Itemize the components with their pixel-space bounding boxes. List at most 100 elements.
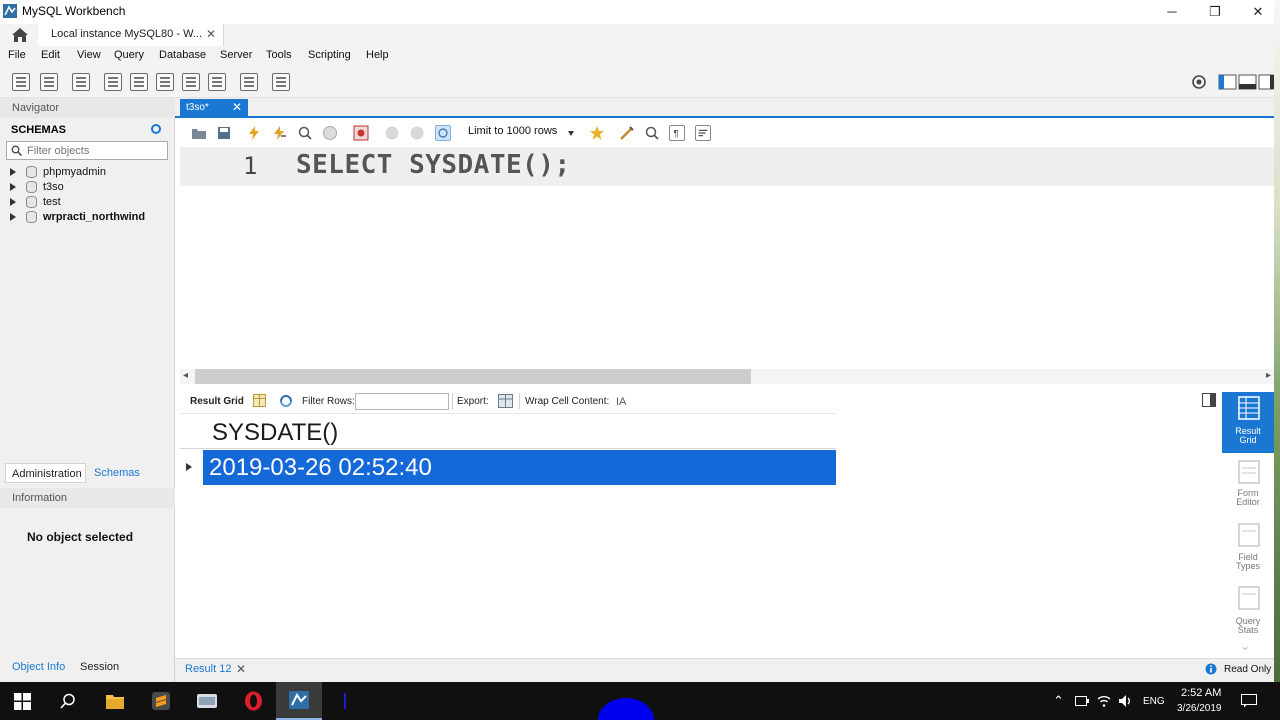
sql-query-text[interactable]: SELECT SYSDATE(); xyxy=(296,150,571,180)
schema-item-t3so[interactable]: t3so xyxy=(10,180,170,195)
create-view-icon[interactable] xyxy=(156,73,174,91)
tab-result-12[interactable]: Result 12 xyxy=(185,663,231,675)
beautify-icon[interactable] xyxy=(619,125,635,141)
taskbar-app[interactable] xyxy=(184,682,230,720)
add-snippet-star-icon[interactable] xyxy=(589,125,605,141)
menu-scripting[interactable]: Scripting xyxy=(308,49,351,61)
create-function-icon[interactable] xyxy=(208,73,226,91)
filter-objects-field[interactable] xyxy=(6,141,168,160)
table-cell[interactable]: 2019-03-26 02:52:40 xyxy=(203,450,836,485)
chevron-down-icon[interactable]: ⌄ xyxy=(1240,639,1250,653)
query-stats-panel-button[interactable]: Query Stats xyxy=(1222,584,1274,644)
clock-date[interactable]: 3/26/2019 xyxy=(1177,703,1222,714)
search-icon[interactable] xyxy=(60,693,76,709)
menu-query[interactable]: Query xyxy=(114,49,144,61)
wifi-icon[interactable] xyxy=(1097,694,1111,708)
form-editor-label-2: Editor xyxy=(1236,497,1260,507)
open-folder-icon[interactable] xyxy=(191,125,207,141)
settings-gear-icon[interactable] xyxy=(1191,74,1207,90)
limit-rows-select[interactable]: Limit to 1000 rows xyxy=(468,125,578,141)
filter-rows-input[interactable] xyxy=(355,393,449,410)
inspector-icon[interactable] xyxy=(72,73,90,91)
create-procedure-icon[interactable] xyxy=(182,73,200,91)
create-schema-icon[interactable] xyxy=(104,73,122,91)
toggle-side-panel-icon[interactable] xyxy=(1202,393,1216,407)
home-icon[interactable] xyxy=(8,26,32,44)
battery-icon[interactable] xyxy=(1075,696,1089,706)
tab-local-instance[interactable]: Local instance MySQL80 - W... ✕ xyxy=(38,24,224,46)
field-types-panel-button[interactable]: Field Types xyxy=(1222,521,1274,581)
tab-session[interactable]: Session xyxy=(80,661,119,673)
schema-item-phpmyadmin[interactable]: phpmyadmin xyxy=(10,165,170,180)
export-icon[interactable] xyxy=(498,394,513,408)
invisible-chars-icon[interactable]: ¶ xyxy=(669,125,685,141)
show-hidden-icons-icon[interactable]: ⌃ xyxy=(1053,693,1064,709)
search-table-data-icon[interactable] xyxy=(240,73,258,91)
clock-time[interactable]: 2:52 AM xyxy=(1181,687,1221,699)
sql-editor[interactable]: 1 SELECT SYSDATE(); xyxy=(180,146,1275,368)
form-editor-panel-button[interactable]: Form Editor xyxy=(1222,458,1274,518)
wrap-lines-icon[interactable] xyxy=(695,125,711,141)
expand-arrow-icon[interactable] xyxy=(10,168,16,176)
windows-start-icon[interactable] xyxy=(14,693,31,710)
wrap-cell-icon[interactable]: IA xyxy=(616,394,628,407)
menu-edit[interactable]: Edit xyxy=(41,49,60,61)
scroll-right-icon[interactable]: ▸ xyxy=(1266,370,1271,381)
close-tab-icon[interactable]: ✕ xyxy=(206,27,216,41)
tab-object-info[interactable]: Object Info xyxy=(12,661,65,673)
menu-file[interactable]: File xyxy=(8,49,26,61)
expand-arrow-icon[interactable] xyxy=(10,183,16,191)
taskbar-app-2[interactable] xyxy=(322,682,368,720)
table-row[interactable]: 2019-03-26 02:52:40 xyxy=(180,450,836,485)
taskbar-opera[interactable] xyxy=(230,682,276,720)
save-icon[interactable] xyxy=(216,125,232,141)
input-language-indicator[interactable]: ENG xyxy=(1143,696,1165,707)
close-tab-icon[interactable]: ✕ xyxy=(232,100,242,114)
explain-icon[interactable] xyxy=(297,125,313,141)
result-grid-panel-button[interactable]: Result Grid xyxy=(1222,392,1274,453)
open-sql-script-icon[interactable] xyxy=(40,73,58,91)
stop-icon[interactable] xyxy=(322,125,338,141)
result-grid-label[interactable]: Result Grid xyxy=(190,396,244,407)
panel-layout-icon[interactable] xyxy=(1218,74,1276,90)
row-selector[interactable] xyxy=(180,450,203,485)
expand-arrow-icon[interactable] xyxy=(10,213,16,221)
menu-view[interactable]: View xyxy=(77,49,101,61)
refresh-schemas-icon[interactable] xyxy=(150,123,162,135)
horizontal-scrollbar[interactable]: ◂ ▸ xyxy=(180,369,1275,384)
taskbar-mysql-workbench[interactable] xyxy=(276,682,322,720)
volume-icon[interactable] xyxy=(1118,694,1133,708)
menu-server[interactable]: Server xyxy=(220,49,252,61)
tab-administration[interactable]: Administration xyxy=(5,463,86,483)
commit-icon[interactable] xyxy=(384,125,400,141)
schema-item-test[interactable]: test xyxy=(10,195,170,210)
scroll-left-icon[interactable]: ◂ xyxy=(183,370,188,381)
find-replace-icon[interactable] xyxy=(644,125,660,141)
menu-tools[interactable]: Tools xyxy=(266,49,292,61)
execute-icon[interactable] xyxy=(246,125,262,141)
toggle-error-icon[interactable] xyxy=(353,125,369,141)
rollback-icon[interactable] xyxy=(409,125,425,141)
taskbar-file-explorer[interactable] xyxy=(92,682,138,720)
expand-arrow-icon[interactable] xyxy=(10,198,16,206)
autocommit-toggle-icon[interactable] xyxy=(435,125,451,141)
menu-database[interactable]: Database xyxy=(159,49,206,61)
scrollbar-thumb[interactable] xyxy=(195,369,751,384)
refresh-results-icon[interactable] xyxy=(279,394,293,408)
menu-help[interactable]: Help xyxy=(366,49,389,61)
filter-objects-input[interactable] xyxy=(27,143,165,158)
minimize-button[interactable]: ─ xyxy=(1150,0,1194,24)
maximize-button[interactable]: ❐ xyxy=(1193,0,1237,24)
column-header-sysdate[interactable]: SYSDATE() xyxy=(212,419,338,447)
execute-current-icon[interactable] xyxy=(271,125,287,141)
new-sql-tab-icon[interactable] xyxy=(12,73,30,91)
grid-view-icon[interactable] xyxy=(253,394,266,407)
tab-sql-t3so[interactable]: t3so* ✕ xyxy=(180,99,248,117)
close-result-tab-icon[interactable]: ✕ xyxy=(236,662,246,676)
create-table-icon[interactable] xyxy=(130,73,148,91)
notifications-icon[interactable] xyxy=(1241,694,1257,708)
tab-schemas[interactable]: Schemas xyxy=(94,467,140,479)
schema-item-wrpracti-northwind[interactable]: wrpracti_northwind xyxy=(10,210,170,225)
reconnect-icon[interactable] xyxy=(272,73,290,91)
taskbar-sublime-text[interactable] xyxy=(138,682,184,720)
